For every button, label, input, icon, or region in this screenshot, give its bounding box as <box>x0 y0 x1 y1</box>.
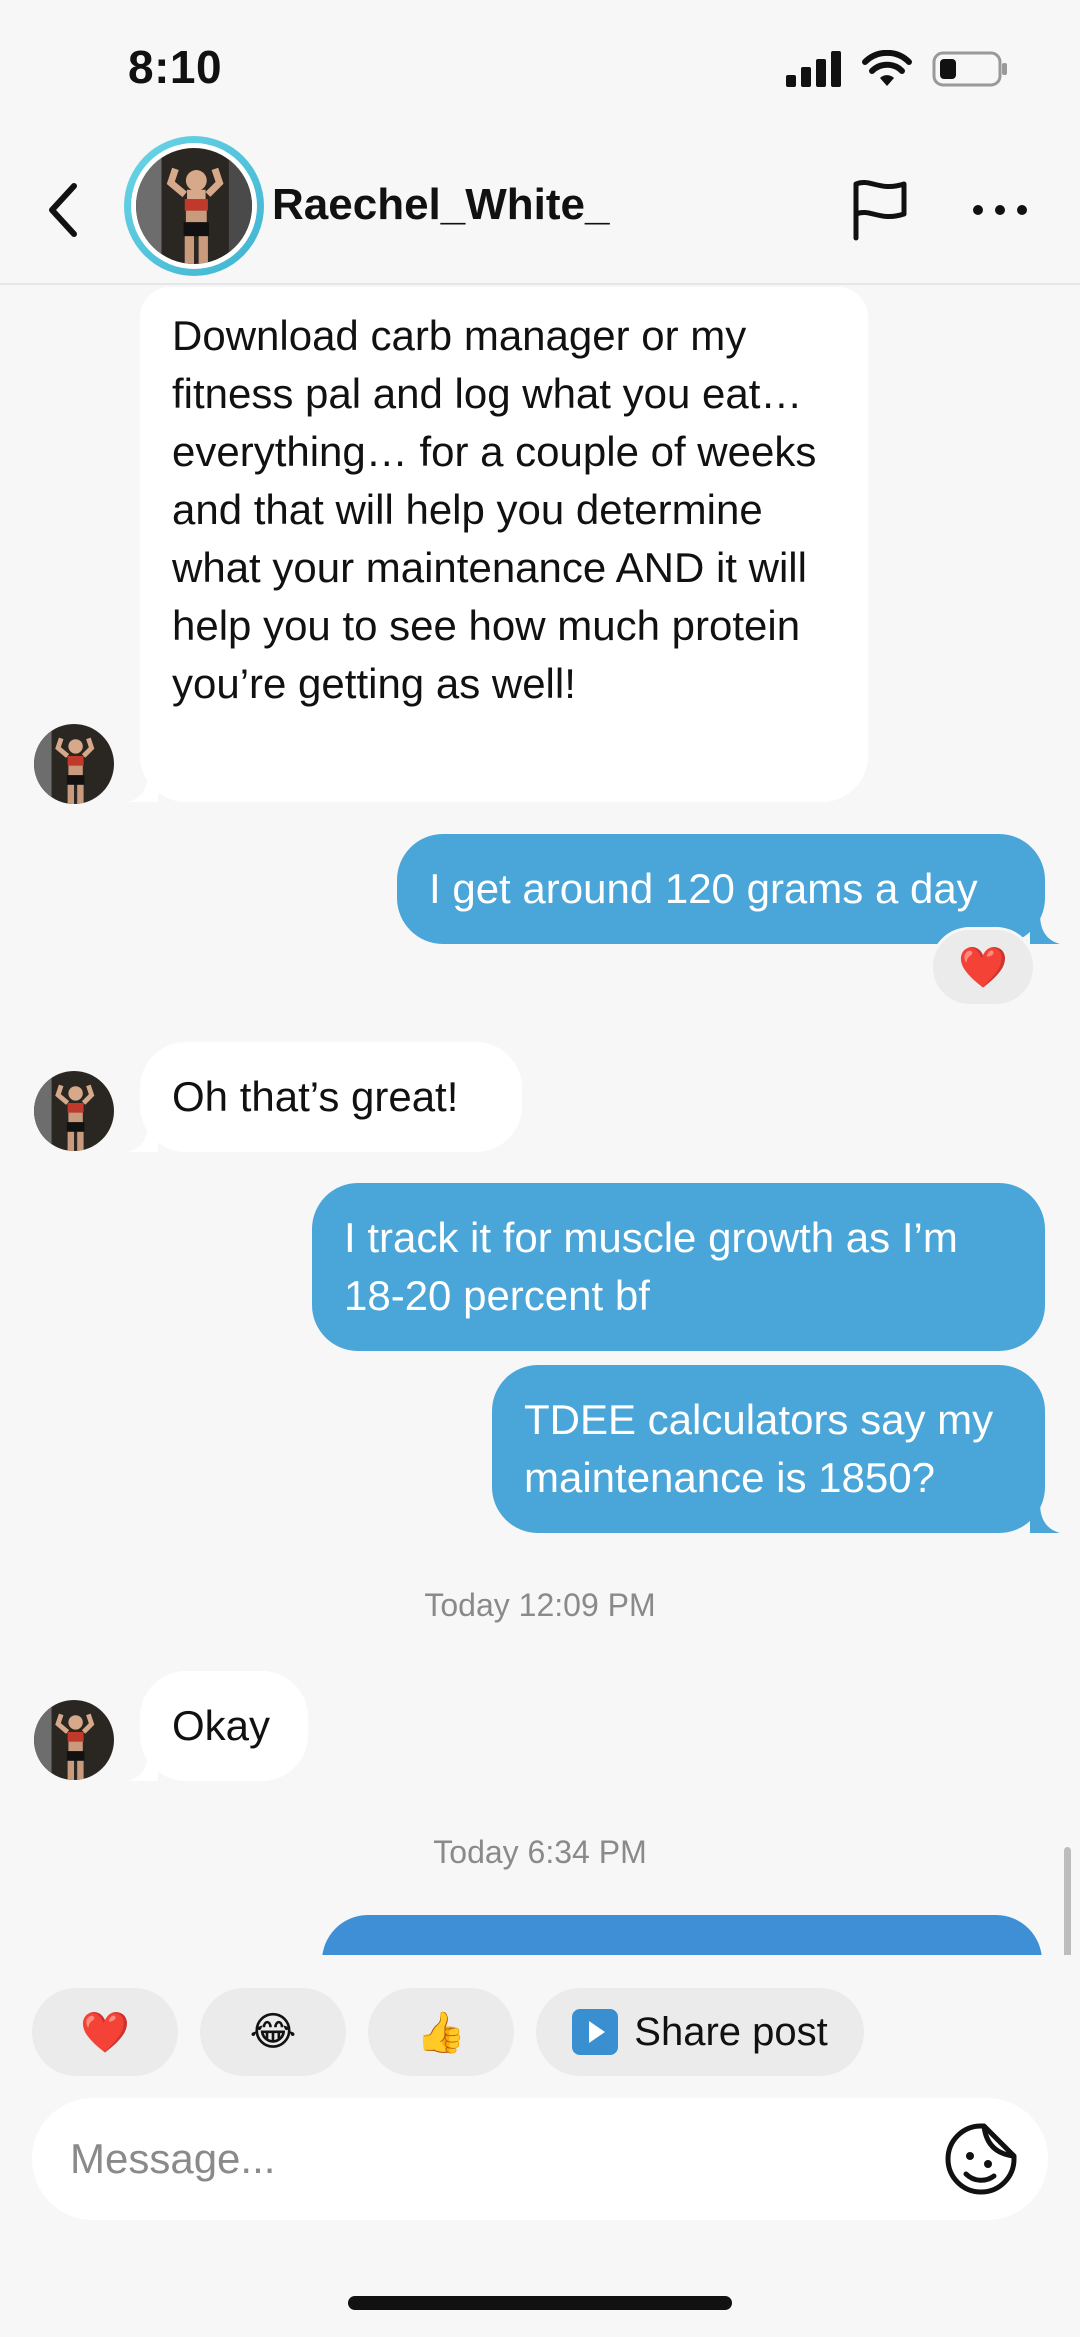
thumbs-up-icon: 👍 <box>416 2010 466 2055</box>
quick-replies: ❤️ 😂 👍 Share post <box>32 1988 864 2076</box>
laugh-emoji-icon: 😂 <box>249 2010 297 2054</box>
heart-icon: ❤️ <box>80 2010 130 2055</box>
play-icon <box>572 2009 619 2055</box>
battery-icon <box>932 51 1007 87</box>
message-composer <box>32 2098 1048 2220</box>
quick-reply-thumbs-up[interactable]: 👍 <box>368 1988 514 2076</box>
timestamp: Today 6:34 PM <box>433 1834 647 1870</box>
share-post-button[interactable]: Share post <box>536 1988 864 2076</box>
message-reaction[interactable]: ❤️ <box>930 927 1036 1007</box>
message-text: Download carb manager or my fitness pal … <box>172 312 817 707</box>
sender-avatar[interactable] <box>34 1700 114 1780</box>
wifi-icon <box>862 50 912 86</box>
status-bar: 8:10 <box>0 0 1080 130</box>
incoming-message[interactable]: Oh that’s great! <box>140 1042 522 1152</box>
message-input[interactable] <box>70 2120 930 2198</box>
bubble-tail <box>128 1751 158 1781</box>
message-text: I get around 120 grams a day <box>429 865 978 912</box>
avatar-photo <box>136 148 252 264</box>
heart-icon: ❤️ <box>958 945 1008 990</box>
sender-avatar[interactable] <box>34 1071 114 1151</box>
flag-icon[interactable] <box>850 178 910 242</box>
timestamp: Today 12:09 PM <box>424 1587 656 1623</box>
incoming-message[interactable]: Okay <box>140 1671 308 1781</box>
outgoing-message[interactable]: I get around 120 grams a day <box>397 834 1045 944</box>
message-text: TDEE calculators say my maintenance is 1… <box>524 1396 994 1501</box>
scrollbar[interactable] <box>1064 1847 1071 1955</box>
back-icon[interactable] <box>40 180 88 240</box>
home-indicator[interactable] <box>348 2296 732 2310</box>
more-icon[interactable] <box>970 200 1030 220</box>
bubble-tail <box>128 1122 158 1152</box>
signal-icon <box>786 51 841 87</box>
message-text: I track it for muscle growth as I’m 18-2… <box>344 1214 958 1319</box>
chat-screen: 8:10 Raechel_White_ Download carb manage… <box>0 0 1080 2337</box>
contact-name[interactable]: Raechel_White_ <box>272 180 609 230</box>
sender-avatar[interactable] <box>34 724 114 804</box>
bubble-tail <box>128 772 158 802</box>
message-text: Okay <box>172 1702 271 1749</box>
share-post-label: Share post <box>634 2009 828 2054</box>
incoming-message[interactable]: Download carb manager or my fitness pal … <box>140 287 868 802</box>
bubble-tail <box>1030 914 1060 944</box>
status-time: 8:10 <box>128 41 223 93</box>
quick-reply-heart[interactable]: ❤️ <box>32 1988 178 2076</box>
sticker-icon[interactable] <box>942 2120 1020 2198</box>
chat-header: Raechel_White_ <box>0 130 1080 285</box>
header-avatar[interactable] <box>124 136 264 276</box>
outgoing-message[interactable]: TDEE calculators say my maintenance is 1… <box>492 1365 1045 1533</box>
message-list[interactable]: Download carb manager or my fitness pal … <box>0 287 1080 1955</box>
quick-reply-laugh[interactable]: 😂 <box>200 1988 346 2076</box>
bubble-tail <box>1030 1503 1060 1533</box>
outgoing-message[interactable]: I track it for muscle growth as I’m 18-2… <box>312 1183 1045 1351</box>
message-text: Oh that’s great! <box>172 1073 459 1120</box>
outgoing-message-partial[interactable] <box>322 1915 1042 1955</box>
status-icons <box>786 50 1008 88</box>
